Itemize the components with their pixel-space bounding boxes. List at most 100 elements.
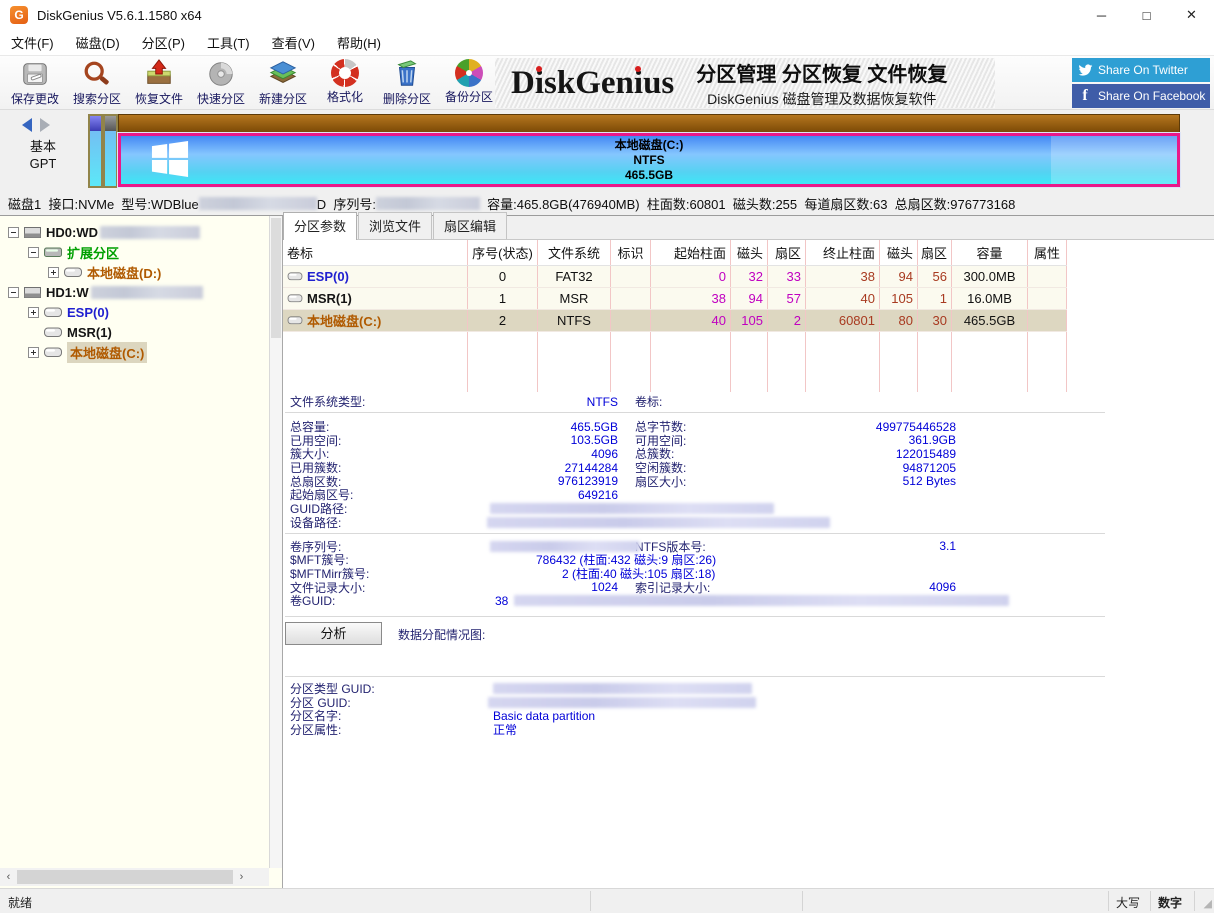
tab-sector-edit[interactable]: 扇区编辑 — [433, 212, 507, 239]
tree-item-local-disk-c[interactable]: 本地磁盘(C:) — [28, 342, 147, 362]
volume-icon — [287, 272, 303, 281]
tree-item-label: 本地磁盘(C:) — [67, 342, 147, 363]
collapse-icon[interactable] — [28, 247, 39, 258]
disk-header-strip — [118, 114, 1180, 133]
title-bar: G DiskGenius V5.6.1.1580 x64 ─ □ ✕ — [0, 0, 1214, 30]
minimize-button[interactable]: ─ — [1079, 0, 1124, 30]
share-facebook-label: Share On Facebook — [1098, 89, 1205, 103]
disk-name-blur — [100, 226, 200, 239]
tree-item-msr[interactable]: MSR(1) — [28, 322, 112, 342]
collapse-icon[interactable] — [8, 287, 19, 298]
table-header-row: 卷标序号(状态) 文件系统标识 起始柱面磁头 扇区终止柱面 磁头扇区 容量属性 — [283, 240, 1067, 266]
partition-size: 465.5GB — [121, 168, 1177, 183]
disk-icon — [24, 286, 41, 299]
expand-icon[interactable] — [28, 347, 39, 358]
tree-item-label: MSR(1) — [67, 325, 112, 340]
table-row-local-disk-c[interactable]: 本地磁盘(C:) 2NTFS 40105 2 6080180 30 465.5G… — [283, 310, 1067, 332]
new-partition-button[interactable]: 新建分区 — [252, 58, 314, 108]
format-button[interactable]: 格式化 — [314, 58, 376, 108]
analyze-button[interactable]: 分析 — [285, 622, 382, 645]
maximize-button[interactable]: □ — [1124, 0, 1169, 30]
scroll-left-icon[interactable]: ‹ — [0, 871, 17, 883]
recover-files-button[interactable]: 恢复文件 — [128, 58, 190, 108]
next-disk-icon[interactable] — [40, 118, 50, 132]
tree-item-local-disk-d[interactable]: 本地磁盘(D:) — [48, 262, 161, 282]
scroll-right-icon[interactable]: › — [233, 871, 250, 883]
partition-mini-bar-esp[interactable] — [88, 114, 103, 188]
toolbar-label: 保存更改 — [11, 90, 59, 107]
expand-icon[interactable] — [28, 307, 39, 318]
status-num: 数字 — [1158, 894, 1182, 911]
disk-info-seg1: 磁盘1 接口:NVMe 型号:WDBlue — [8, 194, 199, 213]
disk-type-label: 基本 — [0, 136, 86, 155]
disk-info-seg2: D 序列号: — [317, 194, 376, 213]
scrollbar-thumb[interactable] — [17, 870, 233, 884]
tree-item-label: HD1:W — [46, 285, 89, 300]
volume-guid-blur — [514, 595, 1009, 606]
menu-disk[interactable]: 磁盘(D) — [65, 33, 131, 52]
partition-tree-panel: HD0:WD 扩展分区 本地磁盘(D:) HD1:W ESP(0) MS — [0, 216, 283, 888]
table-row-msr[interactable]: MSR(1) 1MSR 3894 57 40105 1 16.0MB — [283, 288, 1067, 310]
search-icon — [82, 59, 112, 89]
save-changes-button[interactable]: 保存更改 — [4, 58, 66, 108]
menu-view[interactable]: 查看(V) — [261, 33, 326, 52]
share-facebook-button[interactable]: f Share On Facebook — [1072, 84, 1210, 108]
prev-disk-icon[interactable] — [22, 118, 32, 132]
guid-path-blur — [490, 503, 774, 514]
status-caps: 大写 — [1116, 894, 1140, 911]
tree-item-label: 扩展分区 — [67, 243, 119, 262]
quick-partition-button[interactable]: 快速分区 — [190, 58, 252, 108]
toolbar-label: 搜索分区 — [73, 90, 121, 107]
tab-partition-params[interactable]: 分区参数 — [283, 212, 357, 240]
new-partition-icon — [268, 59, 298, 89]
table-row-esp[interactable]: ESP(0) 0FAT32 032 33 3894 56 300.0MB — [283, 266, 1067, 288]
toolbar-label: 新建分区 — [259, 90, 307, 107]
tree-item-label: 本地磁盘(D:) — [87, 263, 161, 282]
partition-detail-panel: 分区参数 浏览文件 扇区编辑 卷标序号(状态) 文件系统标识 起始柱面磁头 扇区… — [283, 216, 1214, 888]
disk-bar-panel: 基本 GPT 本地磁盘(C:) NTFS 465.5GB — [0, 110, 1214, 192]
partition-icon — [44, 307, 62, 318]
menu-bar: 文件(F) 磁盘(D) 分区(P) 工具(T) 查看(V) 帮助(H) — [0, 30, 1214, 56]
tree-item-hd1[interactable]: HD1:W — [8, 282, 203, 302]
twitter-icon — [1072, 64, 1098, 77]
share-twitter-button[interactable]: Share On Twitter — [1072, 58, 1210, 82]
disk-c-bar[interactable]: 本地磁盘(C:) NTFS 465.5GB — [118, 114, 1180, 187]
expand-icon[interactable] — [48, 267, 59, 278]
tree-vertical-scrollbar[interactable] — [269, 216, 282, 868]
close-icon: ✕ — [1186, 7, 1197, 23]
tab-browse-files[interactable]: 浏览文件 — [358, 212, 432, 239]
serial-blur — [376, 197, 480, 210]
menu-help[interactable]: 帮助(H) — [326, 33, 392, 52]
partition-c-block[interactable]: 本地磁盘(C:) NTFS 465.5GB — [118, 133, 1180, 187]
maximize-icon: □ — [1143, 8, 1151, 23]
menu-file[interactable]: 文件(F) — [0, 33, 65, 52]
volume-serial-blur — [490, 541, 640, 552]
partition-table: 卷标序号(状态) 文件系统标识 起始柱面磁头 扇区终止柱面 磁头扇区 容量属性 … — [283, 240, 1067, 392]
facebook-icon: f — [1072, 87, 1098, 105]
partition-mini-bar-msr[interactable] — [103, 114, 118, 188]
save-icon — [20, 59, 50, 89]
tab-bar: 分区参数 浏览文件 扇区编辑 — [283, 216, 1214, 240]
diskgenius-window: G DiskGenius V5.6.1.1580 x64 ─ □ ✕ 文件(F)… — [0, 0, 1214, 913]
menu-tools[interactable]: 工具(T) — [196, 33, 261, 52]
toolbar-label: 恢复文件 — [135, 90, 183, 107]
tree-item-esp[interactable]: ESP(0) — [28, 302, 109, 322]
disk-name-blur — [91, 286, 203, 299]
disk-info-seg3: 容量:465.8GB(476940MB) 柱面数:60801 磁头数:255 每… — [480, 194, 1015, 213]
tree-item-label: HD0:WD — [46, 225, 98, 240]
tree-horizontal-scrollbar[interactable]: ‹ › — [0, 868, 269, 886]
recover-files-icon — [144, 59, 174, 89]
partition-name: 本地磁盘(C:) — [121, 138, 1177, 153]
tree-item-hd0[interactable]: HD0:WD — [8, 222, 200, 242]
banner-headline: 分区管理 分区恢复 文件恢复 — [696, 58, 947, 87]
partition-icon — [44, 247, 62, 258]
toolbar-label: 格式化 — [327, 88, 363, 105]
partition-icon — [44, 327, 62, 338]
menu-partition[interactable]: 分区(P) — [131, 33, 196, 52]
resize-grip-icon[interactable]: ◢ — [1204, 897, 1212, 910]
tree-item-extended-partition[interactable]: 扩展分区 — [28, 242, 119, 262]
search-partition-button[interactable]: 搜索分区 — [66, 58, 128, 108]
toolbar: 保存更改 搜索分区 恢复文件 快速分区 新建分区 格式化 删除分区 备份分区 — [0, 56, 1214, 110]
close-button[interactable]: ✕ — [1169, 0, 1214, 30]
collapse-icon[interactable] — [8, 227, 19, 238]
